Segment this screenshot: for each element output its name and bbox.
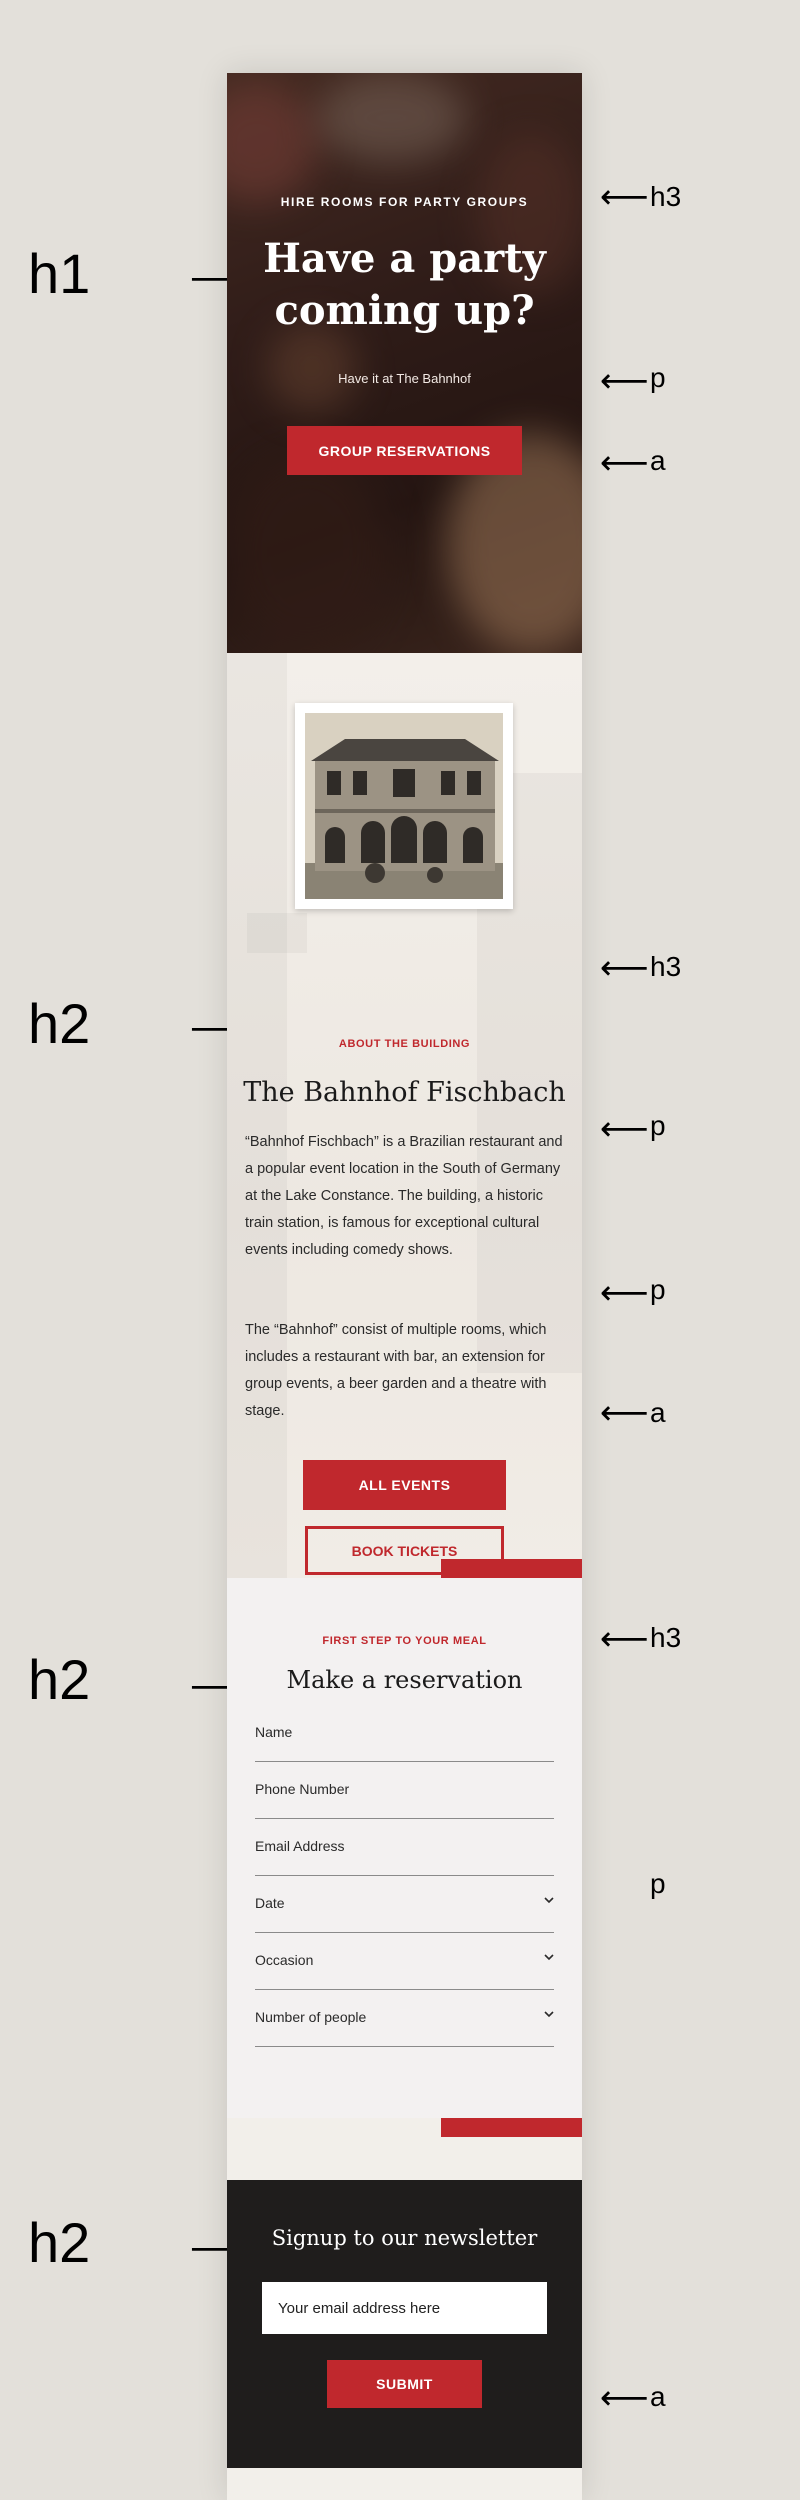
page-footer-edge — [227, 2468, 582, 2500]
hero-overlay — [227, 73, 582, 653]
field-label: Date — [255, 1895, 285, 1911]
annotation-label-h3: h3 — [650, 181, 682, 212]
about-title: The Bahnhof Fischbach — [243, 1077, 566, 1108]
occasion-select[interactable]: Occasion — [255, 1934, 554, 1990]
group-reservations-button[interactable]: GROUP RESERVATIONS — [287, 426, 522, 475]
chevron-down-icon — [544, 1897, 554, 1904]
about-paragraph: “Bahnhof Fischbach” is a Brazilian resta… — [245, 1134, 563, 1258]
newsletter-section: Signup to our newsletter SUBMIT — [227, 2180, 582, 2468]
arrow-left-icon: ⟵ — [600, 177, 649, 217]
arrow-left-icon: ⟵ — [600, 443, 649, 483]
field-label: Number of people — [255, 2009, 367, 2025]
annotation-label-p: p — [650, 362, 666, 393]
reservation-title: Make a reservation — [286, 1666, 523, 1694]
annotation-label-h1: h1 — [28, 242, 91, 305]
annotation-label-h3: h3 — [650, 951, 682, 982]
reservation-section: FIRST STEP TO YOUR MEAL Make a reservati… — [227, 1578, 582, 2118]
hero-title: Have a party coming up? — [227, 233, 582, 337]
annotation-label-p: p — [650, 1274, 666, 1305]
chevron-down-icon — [544, 1954, 554, 1961]
date-select[interactable]: Date — [255, 1877, 554, 1933]
newsletter-submit-button[interactable]: SUBMIT — [327, 2360, 482, 2408]
field-label: Name — [255, 1724, 293, 1740]
arrow-left-icon: ⟵ — [600, 1619, 649, 1659]
annotation-label-p: p — [650, 1110, 666, 1141]
annotation-label-h3: h3 — [650, 1622, 682, 1653]
field-label: Occasion — [255, 1952, 314, 1968]
about-section: ABOUT THE BUILDING The Bahnhof Fischbach… — [227, 653, 582, 1578]
arrow-left-icon: ⟵ — [600, 948, 649, 988]
arrow-left-icon: ⟵ — [600, 361, 649, 401]
name-field[interactable]: Name — [255, 1706, 554, 1762]
annotation-label-h2: h2 — [28, 1648, 91, 1711]
hero-title-line: coming up? — [274, 287, 535, 334]
decorative-red-strip — [441, 2118, 582, 2137]
train-station-illustration — [305, 713, 503, 899]
decorative-red-strip — [441, 1559, 582, 1578]
chevron-down-icon — [544, 2011, 554, 2018]
annotation-label-a: a — [650, 1397, 666, 1428]
building-photo — [305, 713, 503, 899]
hero-section: HIRE ROOMS FOR PARTY GROUPS Have a party… — [227, 73, 582, 653]
number-of-people-select[interactable]: Number of people — [255, 1991, 554, 2047]
phone-number-field[interactable]: Phone Number — [255, 1763, 554, 1819]
field-label: Email Address — [255, 1838, 345, 1854]
email-address-field[interactable]: Email Address — [255, 1820, 554, 1876]
field-label: Phone Number — [255, 1781, 350, 1797]
background-sign-faded — [247, 913, 307, 953]
about-paragraph: The “Bahnhof” consist of multiple rooms,… — [245, 1322, 547, 1419]
all-events-button[interactable]: ALL EVENTS — [303, 1460, 506, 1510]
annotation-label-p: p — [650, 1868, 666, 1899]
arrow-left-icon: ⟵ — [600, 1109, 649, 1149]
annotation-label-h2: h2 — [28, 2211, 91, 2274]
newsletter-email-input[interactable] — [262, 2282, 547, 2334]
hero-subtitle: Have it at The Bahnhof — [338, 371, 471, 386]
arrow-left-icon: ⟵ — [600, 1273, 649, 1313]
background-building-faded — [227, 653, 287, 1578]
hero-title-line: Have a party — [263, 235, 546, 282]
mobile-page: HIRE ROOMS FOR PARTY GROUPS Have a party… — [227, 73, 582, 2500]
annotation-label-h2: h2 — [28, 992, 91, 1055]
hero-eyebrow: HIRE ROOMS FOR PARTY GROUPS — [280, 195, 529, 209]
newsletter-title: Signup to our newsletter — [271, 2226, 538, 2250]
building-photo-frame — [295, 703, 513, 909]
about-eyebrow: ABOUT THE BUILDING — [338, 1038, 471, 1050]
annotation-label-a: a — [650, 2381, 666, 2412]
arrow-left-icon: ⟵ — [600, 1393, 649, 1433]
reservation-eyebrow: FIRST STEP TO YOUR MEAL — [322, 1635, 487, 1647]
arrow-left-icon: ⟵ — [600, 2378, 649, 2418]
annotation-label-a: a — [650, 445, 666, 476]
